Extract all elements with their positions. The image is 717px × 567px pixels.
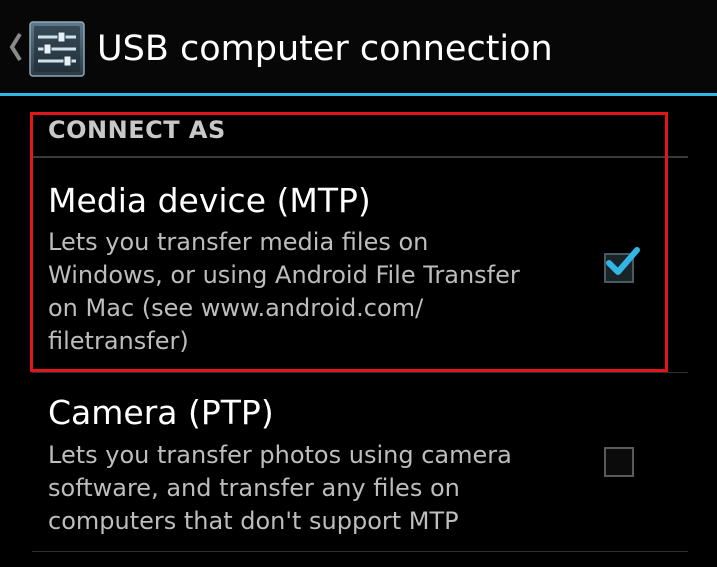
option-summary-line: software, and transfer any files on xyxy=(48,474,460,502)
option-title: Camera (PTP) xyxy=(48,393,274,432)
option-summary-line: Lets you transfer photos using camera xyxy=(48,441,512,469)
highlight-annotation-box xyxy=(30,112,668,372)
ptp-checkbox[interactable] xyxy=(604,447,634,477)
settings-sliders-icon[interactable] xyxy=(28,20,86,78)
option-camera[interactable]: Camera (PTP) Lets you transfer photos us… xyxy=(32,373,688,552)
page-title: USB computer connection xyxy=(97,29,553,69)
usb-connection-screen: USB computer connection CONNECT AS Media… xyxy=(0,0,717,567)
option-summary-line: computers that don't support MTP xyxy=(48,507,459,535)
action-bar: USB computer connection xyxy=(0,0,717,93)
action-bar-underline xyxy=(0,93,717,96)
row-divider xyxy=(32,551,688,552)
chevron-left-icon[interactable] xyxy=(6,30,26,64)
